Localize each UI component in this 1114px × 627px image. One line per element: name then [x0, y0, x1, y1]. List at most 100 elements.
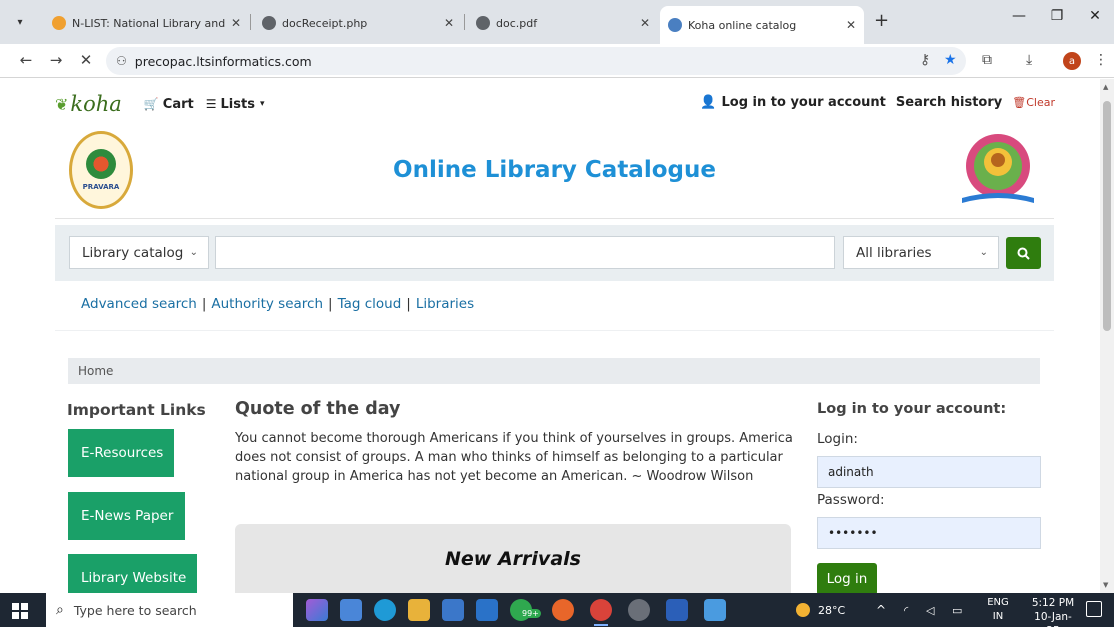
taskbar-search-box[interactable]: ⌕ Type here to search [46, 593, 293, 627]
tab-nlist[interactable]: N-LIST: National Library and Inf ✕ [44, 8, 249, 38]
login-field[interactable] [817, 456, 1041, 488]
search-input[interactable] [215, 236, 835, 269]
wifi-icon[interactable]: ◜ [904, 593, 908, 627]
koha-favicon-icon [668, 18, 682, 32]
weather-widget[interactable]: 28°C [796, 593, 845, 627]
breadcrumb-home[interactable]: Home [78, 364, 113, 378]
saraswati-logo-icon [962, 134, 1034, 203]
tray-chevron-up-icon[interactable]: ^ [876, 593, 886, 627]
file-explorer-icon[interactable] [408, 599, 430, 621]
search-bar: Library catalog ⌄ All libraries ⌄ [55, 225, 1054, 281]
clear-history-link[interactable]: 🗑Clear [1012, 96, 1055, 109]
battery-icon[interactable]: ▭ [952, 593, 962, 627]
important-links-heading: Important Links [67, 401, 206, 419]
minimize-icon[interactable]: — [1004, 8, 1034, 24]
edge-browser-icon[interactable] [374, 599, 396, 621]
koha-nav-right: 👤 Log in to your account Search history … [700, 95, 1055, 110]
tab-docpdf[interactable]: doc.pdf ✕ [468, 8, 658, 38]
tab-koha-active[interactable]: Koha online catalog ✕ [660, 6, 864, 44]
koha-leaf-icon: ❦ [55, 94, 69, 114]
extensions-puzzle-icon[interactable]: ⧉ [982, 52, 992, 68]
new-tab-button[interactable]: + [874, 10, 889, 31]
search-button[interactable] [1006, 237, 1041, 269]
chevron-down-icon: ⌄ [979, 247, 988, 258]
login-heading: Log in to your account: [817, 401, 1007, 417]
scroll-down-arrow-icon[interactable]: ▼ [1103, 581, 1108, 589]
firefox-icon[interactable] [552, 599, 574, 621]
tab-docreceipt[interactable]: docReceipt.php ✕ [254, 8, 462, 38]
chrome-browser-icon[interactable] [590, 599, 612, 626]
main-content: Home Important Links E-Resources E-News … [55, 330, 1054, 593]
globe-favicon-icon [476, 16, 490, 30]
advanced-search-link[interactable]: Advanced search [81, 296, 197, 312]
windows-start-icon[interactable] [12, 603, 28, 619]
close-tab-icon[interactable]: ✕ [846, 18, 856, 32]
quote-heading: Quote of the day [235, 399, 401, 419]
url-text: precopac.ltsinformatics.com [134, 53, 312, 69]
catalogue-title: Online Library Catalogue [393, 157, 716, 183]
browser-menu-icon[interactable]: ⋮ [1094, 52, 1108, 68]
tab-search-chevron-icon[interactable]: ▾ [8, 10, 32, 34]
tab-title: docReceipt.php [282, 16, 368, 30]
password-field[interactable] [817, 517, 1041, 549]
notification-center-icon[interactable] [1086, 601, 1102, 617]
download-icon[interactable]: ⤓ [1026, 52, 1032, 68]
close-tab-icon[interactable]: ✕ [444, 16, 454, 30]
cart-link[interactable]: 🛒 Cart [144, 97, 194, 112]
scroll-up-arrow-icon[interactable]: ▲ [1103, 83, 1108, 91]
e-resources-button[interactable]: E-Resources [68, 429, 174, 477]
search-icon: ⌕ [56, 602, 64, 618]
restore-icon[interactable]: ❐ [1042, 8, 1072, 24]
new-arrivals-panel: New Arrivals [235, 524, 791, 593]
close-window-icon[interactable]: ✕ [1080, 8, 1110, 24]
word-app-icon[interactable] [666, 599, 688, 621]
search-scope-select[interactable]: Library catalog ⌄ [69, 236, 209, 269]
whatsapp-icon[interactable]: 99+ [510, 599, 541, 621]
scrollbar-thumb[interactable] [1103, 101, 1111, 331]
login-link[interactable]: Log in to your account [722, 95, 886, 110]
app-icon[interactable] [340, 599, 362, 621]
authority-search-link[interactable]: Authority search [211, 296, 323, 312]
nlist-favicon-icon [52, 16, 66, 30]
taskbar-clock[interactable]: 5:12 PM 10-Jan-25 [1028, 596, 1078, 627]
bookmark-star-icon[interactable]: ★ [944, 52, 957, 68]
koha-logo[interactable]: ❦ koha [55, 92, 122, 116]
profile-avatar[interactable]: a [1063, 52, 1081, 70]
address-bar[interactable]: ⚇ precopac.ltsinformatics.com [106, 47, 966, 75]
cart-icon: 🛒 [143, 97, 159, 111]
tag-cloud-link[interactable]: Tag cloud [338, 296, 402, 312]
page-scrollbar[interactable]: ▲ ▼ [1100, 79, 1114, 593]
library-banner: PRAVARA Online Library Catalogue [55, 124, 1054, 219]
tab-title: doc.pdf [496, 16, 538, 30]
pictures-app-icon[interactable] [704, 599, 726, 621]
copilot-app-icon[interactable] [306, 599, 328, 621]
koha-navbar: ❦ koha 🛒 Cart ☰ Lists ▾ 👤 Log in to your… [55, 89, 1055, 119]
login-button[interactable]: Log in [817, 563, 877, 593]
libraries-link[interactable]: Libraries [416, 296, 474, 312]
language-indicator[interactable]: ENG IN [984, 596, 1012, 624]
library-website-button[interactable]: Library Website [68, 554, 197, 593]
e-newspaper-button[interactable]: E-News Paper [68, 492, 185, 540]
password-label: Password: [817, 492, 885, 508]
more-searches: Advanced search | Authority search | Tag clo… [81, 296, 475, 312]
close-tab-icon[interactable]: ✕ [640, 16, 650, 30]
chrome-profile-icon[interactable] [628, 599, 650, 621]
sun-icon [796, 603, 810, 617]
list-icon: ☰ [205, 97, 217, 111]
lists-dropdown[interactable]: ☰ Lists ▾ [206, 97, 265, 112]
back-arrow-icon[interactable]: ← [16, 51, 36, 69]
library-select[interactable]: All libraries ⌄ [843, 236, 999, 269]
password-key-icon[interactable]: ⚷ [920, 52, 930, 68]
search-icon [1017, 247, 1030, 260]
globe-favicon-icon [262, 16, 276, 30]
tab-title: N-LIST: National Library and Inf [72, 16, 225, 30]
search-history-link[interactable]: Search history [896, 95, 1002, 110]
page-viewport: ❦ koha 🛒 Cart ☰ Lists ▾ 👤 Log in to your… [0, 79, 1114, 593]
speaker-icon[interactable]: ◁ [926, 593, 934, 627]
close-tab-icon[interactable]: ✕ [231, 16, 241, 30]
outlook-app-icon[interactable] [476, 599, 498, 621]
forward-arrow-icon[interactable]: → [46, 51, 66, 69]
site-info-icon[interactable]: ⚇ [116, 54, 127, 68]
store-app-icon[interactable] [442, 599, 464, 621]
stop-loading-icon[interactable]: ✕ [76, 51, 96, 69]
